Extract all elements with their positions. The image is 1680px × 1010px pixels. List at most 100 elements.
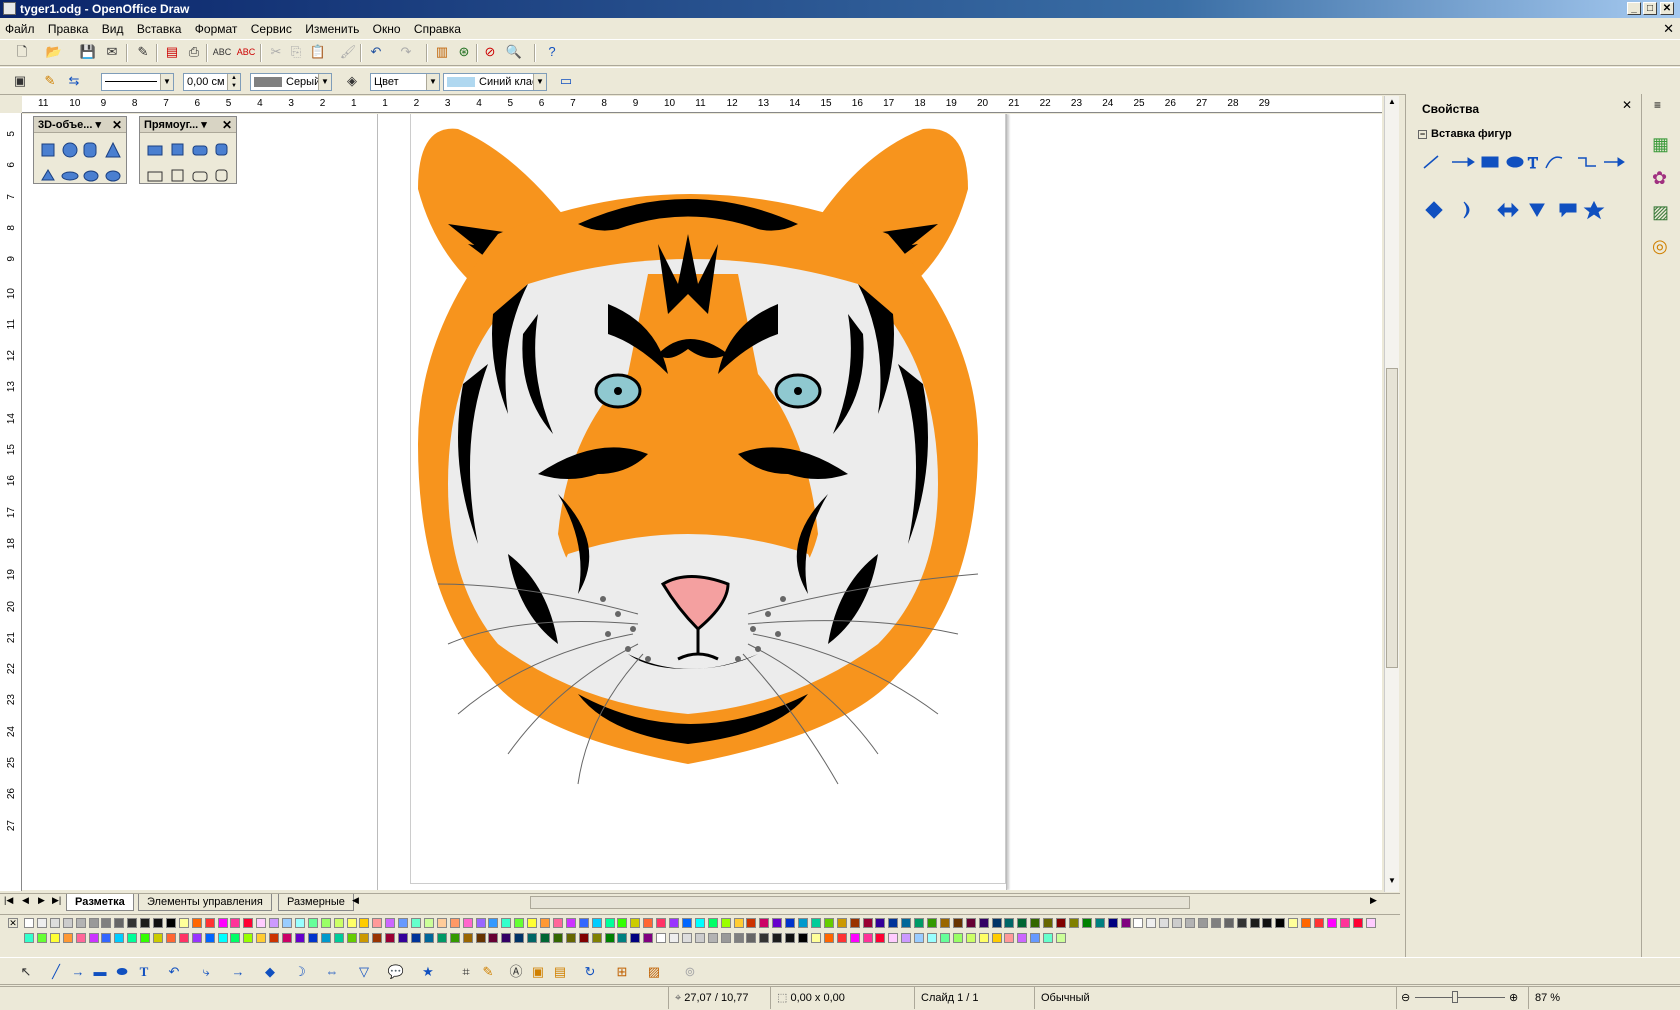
color-swatch[interactable] — [1133, 918, 1144, 928]
color-swatch[interactable] — [1223, 918, 1234, 928]
color-swatch[interactable] — [823, 933, 834, 943]
color-swatch[interactable] — [978, 933, 989, 943]
color-swatch[interactable] — [694, 933, 705, 943]
color-swatch[interactable] — [1120, 918, 1131, 928]
color-swatch[interactable] — [965, 918, 976, 928]
color-swatch[interactable] — [798, 918, 808, 928]
color-swatch[interactable] — [785, 933, 796, 943]
glue-points-icon[interactable]: ✎ — [478, 962, 498, 982]
color-swatch[interactable] — [320, 918, 331, 928]
color-swatch[interactable] — [204, 933, 215, 943]
color-swatch[interactable] — [746, 933, 757, 943]
color-swatch[interactable] — [1365, 918, 1376, 928]
color-swatch[interactable] — [914, 933, 925, 943]
color-swatch[interactable] — [475, 933, 486, 943]
color-swatch[interactable] — [462, 933, 473, 943]
color-swatch[interactable] — [875, 933, 886, 943]
color-swatch[interactable] — [617, 918, 628, 928]
gallery-icon[interactable]: ▤ — [550, 962, 570, 982]
callouts-icon[interactable]: 💬 — [386, 962, 406, 982]
prev-tab-icon[interactable]: ◀ — [22, 895, 29, 906]
next-tab-icon[interactable]: ▶ — [38, 895, 45, 906]
color-swatch[interactable] — [888, 933, 899, 943]
color-swatch[interactable] — [875, 918, 886, 928]
color-swatch[interactable] — [681, 918, 692, 928]
color-swatch[interactable] — [1017, 933, 1028, 943]
email-icon[interactable]: ✉ — [102, 42, 122, 62]
color-swatch[interactable] — [656, 918, 667, 928]
color-swatch[interactable] — [656, 933, 667, 943]
color-swatch[interactable] — [1339, 918, 1350, 928]
color-swatch[interactable] — [230, 918, 241, 928]
color-swatch[interactable] — [733, 933, 744, 943]
scroll-up-icon[interactable]: ▲ — [1386, 97, 1398, 109]
color-swatch[interactable] — [333, 933, 344, 943]
color-swatch[interactable] — [746, 918, 757, 928]
color-swatch[interactable] — [1262, 918, 1273, 928]
rectangle-icon[interactable]: ▬ — [90, 962, 110, 982]
color-swatch[interactable] — [991, 933, 1002, 943]
from-file-icon[interactable]: ▣ — [528, 962, 548, 982]
color-swatch[interactable] — [1043, 933, 1054, 943]
flowchart-icon[interactable]: ▽ — [354, 962, 374, 982]
fontwork-icon[interactable]: ⊛ — [454, 42, 474, 62]
ellipse-icon[interactable]: ⬬ — [112, 962, 132, 982]
zoom-icon[interactable]: 🔍 — [504, 42, 524, 62]
color-swatch[interactable] — [436, 933, 447, 943]
color-swatch[interactable] — [927, 918, 937, 928]
color-swatch[interactable] — [307, 933, 318, 943]
color-swatch[interactable] — [256, 918, 267, 928]
autospell-icon[interactable]: ABC — [236, 42, 256, 62]
chart-icon[interactable]: ▥ — [432, 42, 452, 62]
color-swatch[interactable] — [62, 933, 73, 943]
color-swatch[interactable] — [849, 918, 860, 928]
fontwork-gallery-icon[interactable]: Ⓐ — [506, 962, 526, 982]
color-swatch[interactable] — [282, 933, 292, 943]
color-swatch[interactable] — [230, 933, 241, 943]
menu-icon[interactable]: ≡ — [1654, 98, 1661, 112]
close-icon[interactable]: ✕ — [1622, 98, 1632, 112]
color-swatch[interactable] — [565, 933, 576, 943]
color-swatch[interactable] — [939, 933, 950, 943]
color-swatch[interactable] — [153, 918, 163, 928]
close-button[interactable]: ✕ — [1660, 2, 1674, 15]
color-swatch[interactable] — [527, 918, 538, 928]
color-swatch[interactable] — [965, 933, 976, 943]
color-swatch[interactable] — [759, 933, 770, 943]
line-icon[interactable]: ╱ — [46, 962, 66, 982]
color-swatch[interactable] — [411, 918, 421, 928]
line-width-field[interactable]: 0,00 см ▲ ▼ — [183, 73, 241, 91]
color-swatch[interactable] — [423, 918, 434, 928]
color-swatch[interactable] — [385, 933, 396, 943]
color-swatch[interactable] — [1275, 918, 1286, 928]
color-swatch[interactable] — [269, 933, 280, 943]
color-swatch[interactable] — [707, 933, 718, 943]
color-swatch[interactable] — [411, 933, 421, 943]
color-swatch[interactable] — [604, 918, 615, 928]
floating-rectangle-toolbar[interactable]: Прямоуг... ▾ ✕ — [139, 116, 237, 184]
color-swatch[interactable] — [1326, 918, 1337, 928]
cut-icon[interactable]: ✂ — [266, 42, 286, 62]
color-swatch[interactable] — [991, 918, 1002, 928]
color-swatch[interactable] — [1094, 918, 1105, 928]
menu-window[interactable]: Окно — [368, 19, 406, 39]
color-swatch[interactable] — [1210, 918, 1221, 928]
color-swatch[interactable] — [127, 933, 138, 943]
select-icon[interactable]: ↖ — [16, 962, 36, 982]
color-swatch[interactable] — [604, 933, 615, 943]
color-swatch[interactable] — [449, 918, 460, 928]
scroll-thumb[interactable] — [1386, 368, 1398, 668]
color-swatch[interactable] — [823, 918, 834, 928]
color-swatch[interactable] — [836, 918, 847, 928]
menu-edit[interactable]: Правка — [43, 19, 94, 39]
color-swatch[interactable] — [798, 933, 808, 943]
color-swatch[interactable] — [282, 918, 292, 928]
fill-type-select[interactable]: Цвет ▼ — [370, 73, 440, 91]
color-swatch[interactable] — [643, 918, 654, 928]
color-swatch[interactable] — [1146, 918, 1157, 928]
color-swatch[interactable] — [101, 918, 112, 928]
paste-icon[interactable]: 📋 — [308, 42, 328, 62]
color-swatch[interactable] — [178, 918, 189, 928]
color-swatch[interactable] — [243, 933, 254, 943]
color-swatch[interactable] — [423, 933, 434, 943]
